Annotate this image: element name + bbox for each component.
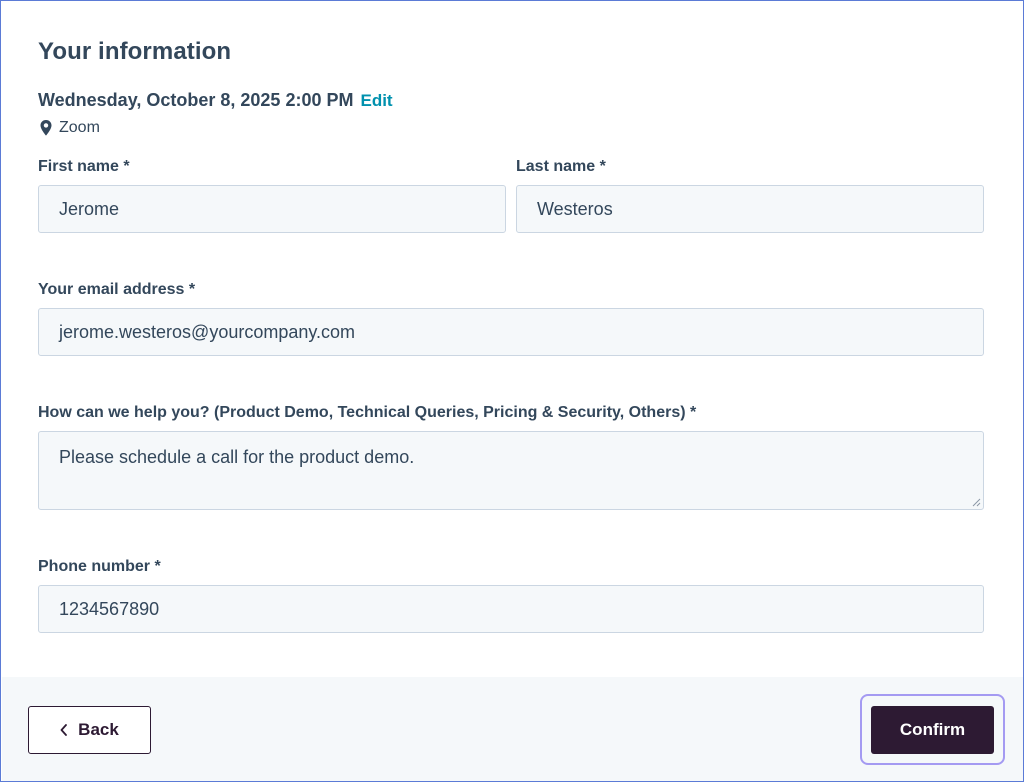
- edit-datetime-link[interactable]: Edit: [360, 91, 392, 110]
- map-pin-icon: [40, 120, 52, 136]
- meeting-datetime-row: Wednesday, October 8, 2025 2:00 PM Edit: [38, 90, 393, 111]
- last-name-label: Last name *: [516, 158, 606, 175]
- confirm-button[interactable]: Confirm: [871, 706, 994, 754]
- confirm-button-label: Confirm: [899, 720, 966, 739]
- first-name-input[interactable]: Jerome: [38, 185, 506, 233]
- first-name-label: First name *: [38, 158, 130, 175]
- phone-input[interactable]: 1234567890: [38, 585, 984, 633]
- help-label: How can we help you? (Product Demo, Tech…: [38, 404, 697, 421]
- phone-label: Phone number *: [38, 558, 161, 575]
- email-label: Your email address *: [38, 281, 196, 298]
- chevron-left-icon: [60, 724, 68, 736]
- email-input[interactable]: jerome.westeros@yourcompany.com: [38, 308, 984, 356]
- booking-form-window: Your information Wednesday, October 8, 2…: [0, 0, 1024, 782]
- help-textarea[interactable]: Please schedule a call for the product d…: [38, 431, 984, 510]
- last-name-input[interactable]: Westeros: [516, 185, 984, 233]
- location-label: Zoom: [59, 119, 100, 136]
- page-title: Your information: [38, 38, 232, 65]
- resize-grip-icon[interactable]: [971, 497, 981, 507]
- back-button[interactable]: Back: [28, 706, 151, 754]
- help-textarea-value: Please schedule a call for the product d…: [59, 447, 415, 467]
- meeting-datetime: Wednesday, October 8, 2025 2:00 PM: [38, 90, 354, 110]
- back-button-label: Back: [78, 720, 119, 739]
- meeting-location: Zoom: [39, 119, 100, 137]
